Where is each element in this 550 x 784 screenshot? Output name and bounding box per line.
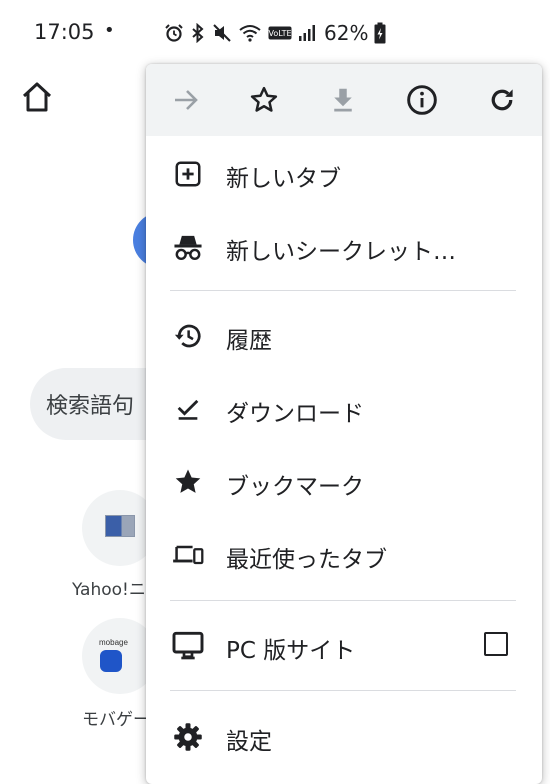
status-bar: 17:05 • VoLTE 62% [0,0,550,64]
menu-item-new-incognito-tab[interactable]: 新しいシークレット… [146,217,542,277]
status-icons: VoLTE 62% [164,20,386,46]
downloads-icon [172,393,204,425]
menu-item-label: 新しいシークレット… [226,239,456,265]
status-time: 17:05 [34,20,95,44]
search-placeholder: 検索語句 [46,394,135,419]
mute-icon [213,24,231,42]
reload-icon [491,89,513,111]
page-info-button[interactable] [404,82,440,118]
menu-toolbar [146,64,542,136]
new-tab-icon [172,158,204,190]
info-icon [407,85,437,115]
menu-item-label: 新しいタブ [226,166,341,192]
mobage-logo-text: mobage [99,638,128,647]
download-icon [334,88,352,112]
forward-icon [175,90,198,110]
menu-item-new-tab[interactable]: 新しいタブ [146,144,542,204]
menu-item-bookmarks[interactable]: ブックマーク [146,452,542,512]
menu-item-settings[interactable]: 設定 [146,707,542,767]
bookmark-star-icon [250,86,278,112]
bookmarks-icon [172,466,204,498]
bookmark-star-button[interactable] [246,82,282,118]
status-notification-dot: • [104,20,115,41]
menu-item-desktop-site[interactable]: PC 版サイト [146,616,542,676]
chrome-overflow-menu: 新しいタブ 新しいシークレット… 履歴 ダウンロード ブックマーク 最近使ったタ… [146,64,542,784]
menu-item-downloads[interactable]: ダウンロード [146,379,542,439]
wifi-icon [239,25,261,42]
shortcut-label-yahoo: Yahoo!ニ [72,580,146,600]
volte-icon: VoLTE [268,26,292,40]
menu-divider [170,690,516,691]
signal-icon [299,25,315,41]
shortcut-label-mobage: モバゲー [82,710,150,730]
menu-divider [170,290,516,291]
menu-item-label: PC 版サイト [226,638,356,664]
menu-item-label: 最近使ったタブ [226,547,387,573]
mobage-icon [100,650,122,672]
desktop-site-checkbox[interactable] [484,632,508,656]
settings-icon [172,721,204,753]
battery-charging-icon [374,22,386,44]
menu-divider [170,600,516,601]
svg-text:VoLTE: VoLTE [268,29,291,38]
menu-item-label: ダウンロード [226,401,364,427]
yahoo-news-icon [105,515,135,537]
menu-item-label: 設定 [226,729,272,755]
menu-item-history[interactable]: 履歴 [146,306,542,366]
bluetooth-icon [192,23,204,43]
home-icon[interactable] [20,80,54,114]
forward-button[interactable] [168,82,204,118]
menu-item-label: 履歴 [226,328,272,354]
desktop-icon [172,630,204,662]
incognito-icon [172,231,204,263]
download-page-button[interactable] [325,82,361,118]
history-icon [172,320,204,352]
menu-item-recent-tabs[interactable]: 最近使ったタブ [146,525,542,585]
alarm-icon [165,24,183,42]
reload-button[interactable] [484,82,520,118]
menu-item-label: ブックマーク [226,474,364,500]
recent-tabs-icon [172,539,204,571]
battery-percent: 62% [324,21,369,45]
